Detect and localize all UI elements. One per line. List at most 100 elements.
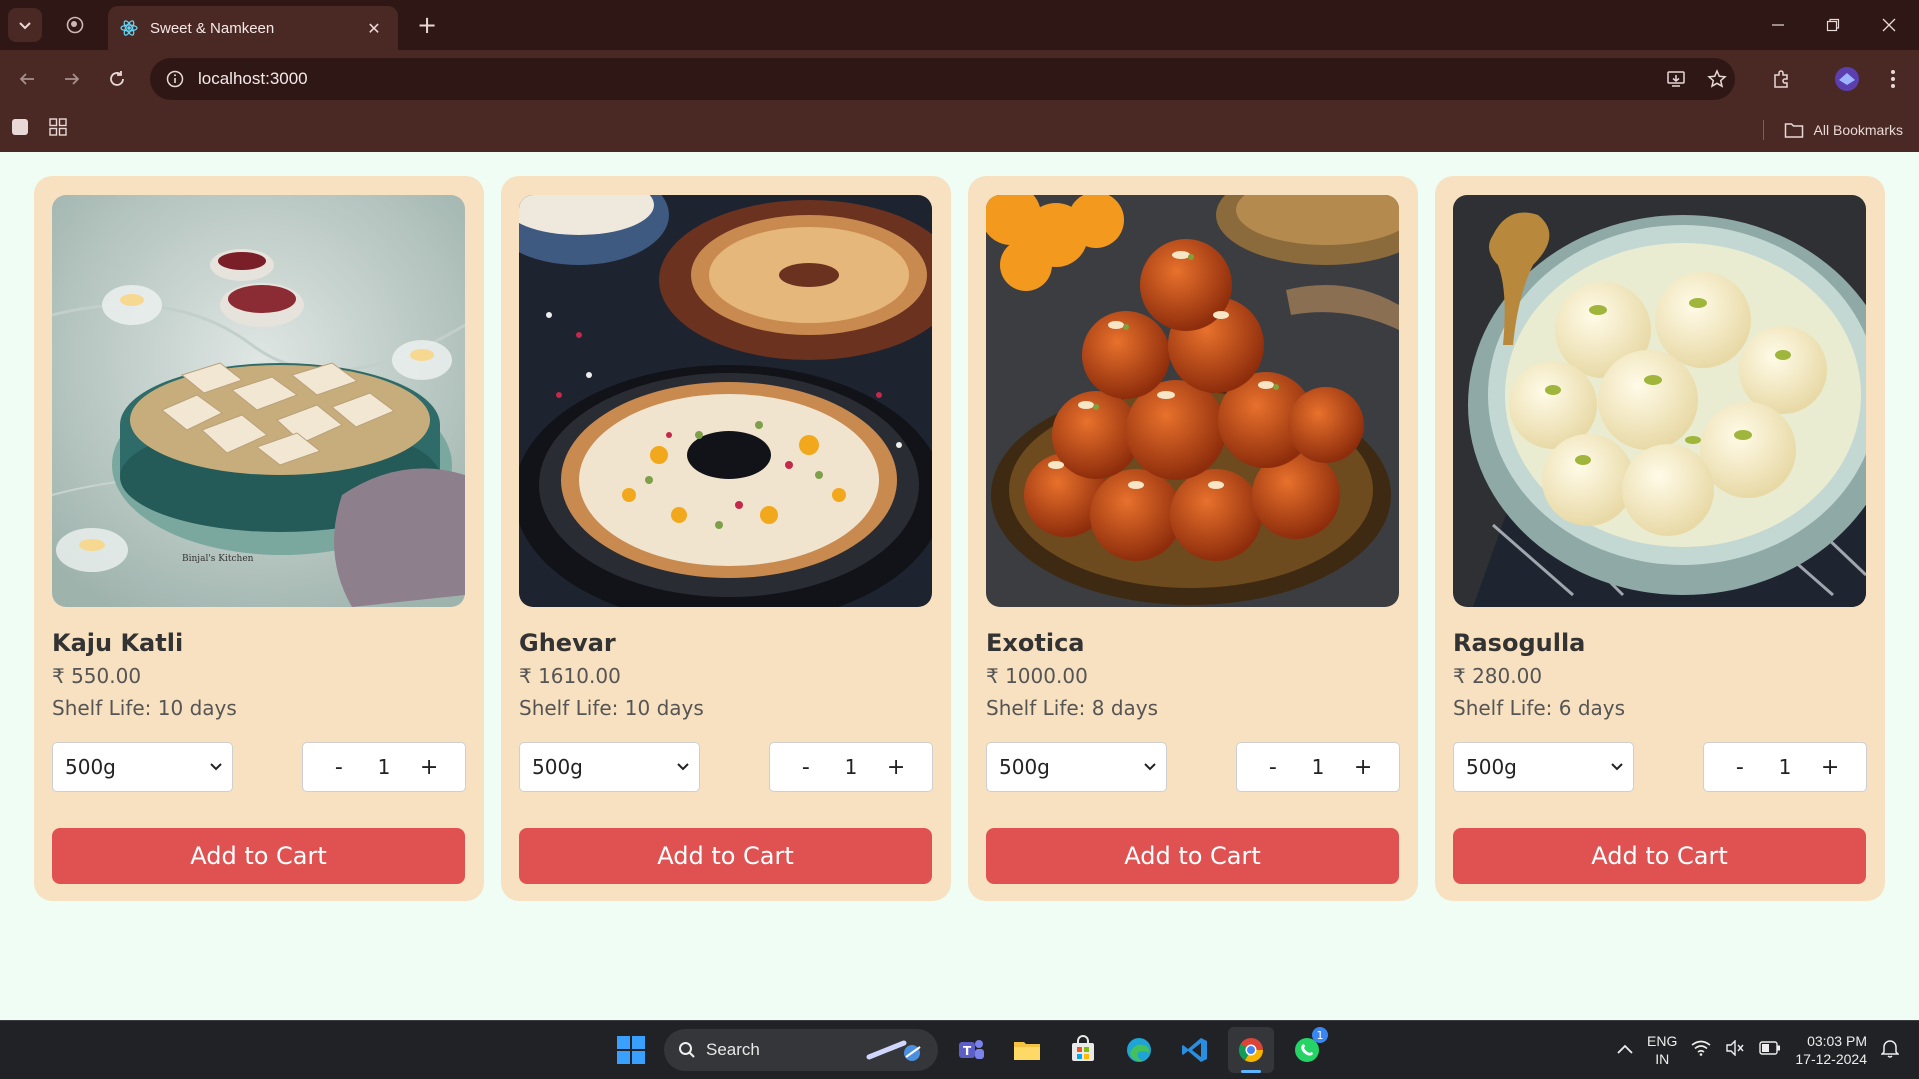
tab-sidebar-icon[interactable] [10,117,32,139]
taskbar-search[interactable]: Search [664,1029,938,1071]
clock-date: 17-12-2024 [1795,1051,1867,1067]
chevron-down-icon [1611,763,1623,771]
chevron-down-icon [677,763,689,771]
search-icon [679,1042,695,1058]
clock-time: 03:03 PM [1807,1033,1867,1049]
all-bookmarks-button[interactable]: All Bookmarks [1762,116,1903,144]
windows-start-icon[interactable] [608,1027,654,1073]
clock[interactable]: 03:03 PM 17-12-2024 [1795,1032,1867,1068]
product-controls: 500g - 1 + [52,742,466,792]
quantity-value: 1 [1311,755,1325,779]
language-indicator[interactable]: ENG IN [1647,1032,1677,1068]
size-select[interactable]: 500g [519,742,700,792]
wifi-icon[interactable] [1691,1040,1711,1061]
increase-quantity-button[interactable]: + [412,750,446,784]
decrease-quantity-button[interactable]: - [1723,750,1757,784]
bookmarks-bar: All Bookmarks [0,108,1919,152]
bookmark-star-icon[interactable] [1700,62,1734,96]
quantity-value: 1 [1778,755,1792,779]
browser-menu-icon[interactable] [1876,62,1910,96]
region-code: IN [1655,1051,1670,1067]
size-select[interactable]: 500g [1453,742,1634,792]
quantity-stepper: - 1 + [769,742,933,792]
product-name: Exotica [986,629,1085,657]
taskbar-apps: Search T 1 [608,1027,1330,1073]
page-content: Binjal's Kitchen Kaju Katli ₹ 550.00 She… [0,152,1919,1020]
taskbar-search-label: Search [706,1040,760,1059]
product-name: Kaju Katli [52,629,184,657]
chrome-icon[interactable] [1228,1027,1274,1073]
file-explorer-icon[interactable] [1004,1027,1050,1073]
quantity-stepper: - 1 + [1236,742,1400,792]
back-icon[interactable] [10,62,44,96]
product-name: Ghevar [519,629,616,657]
close-window-icon[interactable] [1866,8,1912,42]
product-image [986,195,1399,607]
product-price: ₹ 280.00 [1453,664,1543,688]
url-text[interactable]: localhost:3000 [198,69,308,89]
language-code: ENG [1647,1033,1678,1049]
product-shelf-life: Shelf Life: 8 days [986,696,1159,720]
size-select-value: 500g [532,755,583,779]
quantity-value: 1 [377,755,391,779]
address-bar[interactable]: localhost:3000 [150,58,1735,100]
product-card: Binjal's Kitchen Kaju Katli ₹ 550.00 She… [34,176,484,901]
browser-tab-bar: Sweet & Namkeen ✕ + [0,0,1919,50]
notifications-bell-icon[interactable] [1880,1038,1900,1063]
edge-icon[interactable] [1116,1027,1162,1073]
decrease-quantity-button[interactable]: - [789,750,823,784]
size-select[interactable]: 500g [52,742,233,792]
quantity-value: 1 [844,755,858,779]
folder-icon [1784,123,1803,138]
tab-search-button[interactable] [58,8,92,42]
add-to-cart-button[interactable]: Add to Cart [986,828,1399,884]
volume-muted-icon[interactable] [1725,1038,1745,1061]
increase-quantity-button[interactable]: + [1346,750,1380,784]
product-price: ₹ 550.00 [52,664,142,688]
notification-badge: 1 [1312,1027,1328,1043]
add-to-cart-button[interactable]: Add to Cart [1453,828,1866,884]
chevron-up-icon[interactable] [1617,1041,1633,1059]
minimize-icon[interactable] [1755,8,1801,42]
product-image: Binjal's Kitchen [52,195,465,607]
product-shelf-life: Shelf Life: 6 days [1453,696,1626,720]
forward-icon[interactable] [55,62,89,96]
product-image [1453,195,1866,607]
globe-icon [66,16,84,34]
install-app-icon[interactable] [1659,62,1693,96]
size-select-value: 500g [999,755,1050,779]
add-to-cart-button[interactable]: Add to Cart [52,828,465,884]
microsoft-store-icon[interactable] [1060,1027,1106,1073]
browser-tab-active[interactable]: Sweet & Namkeen ✕ [108,6,398,50]
profile-avatar[interactable] [1830,62,1864,96]
product-grid: Binjal's Kitchen Kaju Katli ₹ 550.00 She… [34,176,1885,901]
system-tray: ENG IN 03:03 PM 17-12-2024 [1617,1027,1900,1073]
vscode-icon[interactable] [1172,1027,1218,1073]
decrease-quantity-button[interactable]: - [1256,750,1290,784]
product-price: ₹ 1610.00 [519,664,621,688]
tab-title: Sweet & Namkeen [150,19,275,37]
add-to-cart-button[interactable]: Add to Cart [519,828,932,884]
decrease-quantity-button[interactable]: - [322,750,356,784]
tab-list-button[interactable] [8,8,42,42]
reload-icon[interactable] [100,62,134,96]
svg-text:T: T [963,1044,972,1058]
browser-toolbar: localhost:3000 [0,50,1919,108]
react-logo-icon [120,20,138,36]
size-select[interactable]: 500g [986,742,1167,792]
active-app-indicator [1241,1070,1261,1073]
new-tab-button[interactable]: + [410,8,444,42]
product-name: Rasogulla [1453,629,1586,657]
increase-quantity-button[interactable]: + [1813,750,1847,784]
tab-close-icon[interactable]: ✕ [362,16,386,40]
extensions-icon[interactable] [1764,62,1798,96]
battery-icon[interactable] [1759,1040,1781,1060]
product-controls: 500g - 1 + [986,742,1400,792]
size-select-value: 500g [65,755,116,779]
whatsapp-icon[interactable]: 1 [1284,1027,1330,1073]
info-icon[interactable] [166,70,184,88]
restore-icon[interactable] [1810,8,1856,42]
tab-groups-icon[interactable] [48,117,70,139]
increase-quantity-button[interactable]: + [879,750,913,784]
teams-icon[interactable]: T [948,1027,994,1073]
